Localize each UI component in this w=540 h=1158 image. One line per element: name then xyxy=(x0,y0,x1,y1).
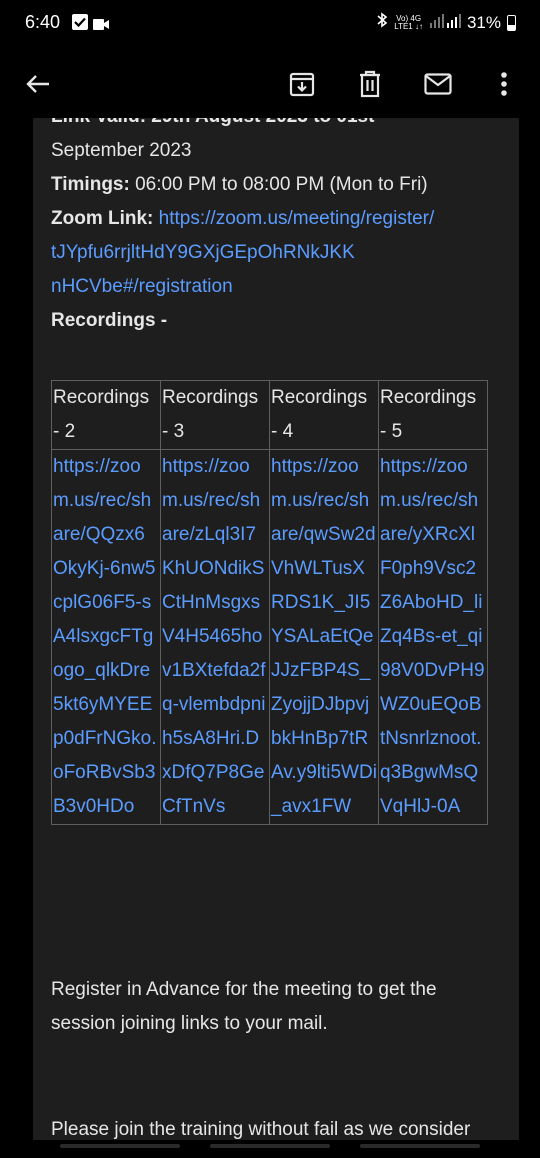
recordings-table: Recordings - 2 Recordings - 3 Recordings… xyxy=(51,380,488,825)
timings-value: 06:00 PM to 08:00 PM (Mon to Fri) xyxy=(129,174,428,195)
archive-icon[interactable] xyxy=(286,68,318,100)
status-time: 6:40 xyxy=(25,12,61,32)
table-header: Recordings - 5 xyxy=(378,380,488,450)
zoom-link-line3[interactable]: nHCVbe#/registration xyxy=(51,276,233,297)
nav-back-handle[interactable] xyxy=(360,1144,480,1148)
check-notification-icon xyxy=(72,14,88,30)
battery-percent: 31% xyxy=(466,12,501,32)
status-bar: 6:40 Vo) 4G LTE1 ↓↑ 31% xyxy=(0,0,540,48)
table-cell: https://zoom.us/rec/share/zLql3I7KhUONdi… xyxy=(160,449,270,825)
table-row: https://zoom.us/rec/share/QQzx6OkyKj-6nw… xyxy=(51,449,488,825)
system-nav-bar xyxy=(0,1140,540,1158)
zoom-link-line2[interactable]: tJYpfu6rrjltHdY9GXjGEpOhRNkJKK xyxy=(51,242,355,263)
email-body: Link Valid: 29th August 2023 to 01st Sep… xyxy=(33,118,519,1140)
nav-home-handle[interactable] xyxy=(210,1144,330,1148)
timings-line: Timings: 06:00 PM to 08:00 PM (Mon to Fr… xyxy=(51,168,506,202)
email-body-text: Link Valid: 29th August 2023 to 01st Sep… xyxy=(51,118,506,338)
table-cell: https://zoom.us/rec/share/yXRcXlF0ph9Vsc… xyxy=(378,449,488,825)
recording-link-4[interactable]: https://zoom.us/rec/share/qwSw2dVhWLTusX… xyxy=(271,450,377,824)
back-arrow-icon[interactable] xyxy=(22,68,54,100)
table-cell: https://zoom.us/rec/share/qwSw2dVhWLTusX… xyxy=(269,449,379,825)
zoom-label: Zoom Link: xyxy=(51,208,154,229)
nav-recent-handle[interactable] xyxy=(60,1144,180,1148)
link-valid-partial: Link Valid: 29th August 2023 to 01st xyxy=(51,118,506,134)
register-text: Register in Advance for the meeting to g… xyxy=(51,979,437,1034)
more-vert-icon[interactable] xyxy=(488,68,520,100)
status-right-group: Vo) 4G LTE1 ↓↑ 31% xyxy=(376,12,516,33)
recording-link-5[interactable]: https://zoom.us/rec/share/yXRcXlF0ph9Vsc… xyxy=(380,450,486,824)
table-header-row: Recordings - 2 Recordings - 3 Recordings… xyxy=(51,380,488,450)
recordings-label: Recordings - xyxy=(51,310,168,331)
delete-icon[interactable] xyxy=(354,68,386,100)
mail-unread-icon[interactable] xyxy=(422,68,454,100)
bluetooth-icon xyxy=(376,12,388,33)
email-body-footer: Register in Advance for the meeting to g… xyxy=(51,954,506,1140)
join-text: Please join the training without fail as… xyxy=(51,1119,471,1140)
signal-icon xyxy=(429,12,461,33)
link-valid-end: September 2023 xyxy=(51,140,192,161)
table-header: Recordings - 2 xyxy=(51,380,161,450)
recording-link-3[interactable]: https://zoom.us/rec/share/zLql3I7KhUONdi… xyxy=(162,450,268,824)
table-header: Recordings - 4 xyxy=(269,380,379,450)
email-toolbar xyxy=(0,48,540,118)
video-camera-icon xyxy=(93,17,109,30)
network-indicator: Vo) 4G LTE1 ↓↑ xyxy=(394,13,423,31)
table-header: Recordings - 3 xyxy=(160,380,270,450)
recording-link-2[interactable]: https://zoom.us/rec/share/QQzx6OkyKj-6nw… xyxy=(53,450,159,824)
zoom-link-line1[interactable]: https://zoom.us/meeting/register/ xyxy=(159,208,435,229)
battery-icon xyxy=(507,14,516,31)
zoom-line: Zoom Link: https://zoom.us/meeting/regis… xyxy=(51,202,506,236)
table-cell: https://zoom.us/rec/share/QQzx6OkyKj-6nw… xyxy=(51,449,161,825)
timings-label: Timings: xyxy=(51,174,130,195)
